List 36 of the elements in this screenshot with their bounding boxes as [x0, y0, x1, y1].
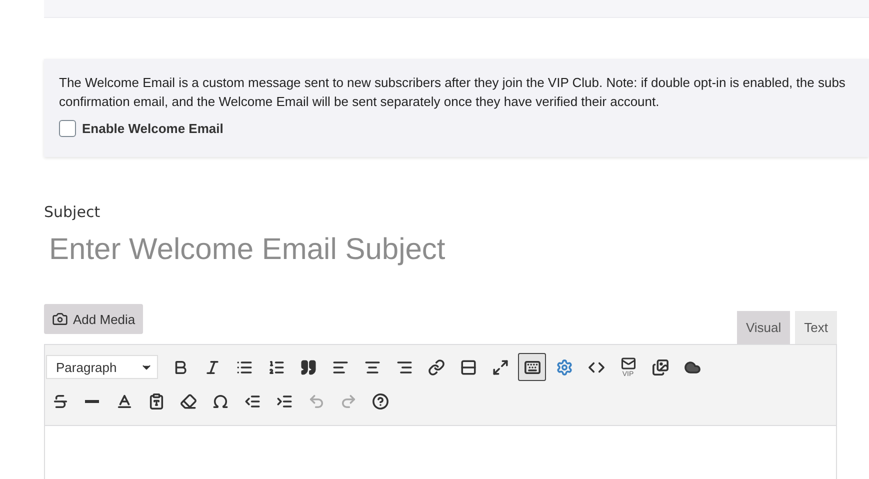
paste-text-icon: [148, 392, 164, 410]
indent-icon: [276, 392, 292, 410]
notice-text: confirmation email, and the Welcome Email will be sent separately once they have verified their account.: [59, 93, 660, 111]
gear-dropdown-icon: [556, 358, 572, 376]
align-left-icon: [332, 358, 348, 376]
checkbox[interactable]: [59, 120, 76, 137]
text-color-icon: [116, 392, 132, 410]
toolbar-toggle-button[interactable]: [518, 353, 546, 381]
clear-formatting-icon: [180, 392, 196, 410]
italic-icon: [204, 358, 220, 376]
checkbox-label: Enable Welcome Email: [82, 121, 224, 136]
numbered-list-icon: [268, 358, 284, 376]
redo-icon: [340, 392, 356, 410]
add-media-button[interactable]: Add Media: [44, 304, 144, 334]
align-right-icon: [396, 358, 412, 376]
keyboard-icon: [524, 358, 540, 376]
cloud-icon: [684, 358, 700, 376]
strikethrough-icon: [52, 392, 68, 410]
editor-tab[interactable]: Visual: [736, 311, 790, 344]
help-icon: [372, 392, 388, 410]
editor-tab[interactable]: Text: [795, 311, 837, 344]
camera-icon: [52, 311, 68, 327]
subject-label: Subject: [44, 203, 100, 221]
gallery-icon: [652, 358, 668, 376]
fullscreen-icon: [492, 358, 508, 376]
format-select[interactable]: Paragraph: [46, 355, 158, 379]
undo-icon: [308, 392, 324, 410]
envelope-icon: [620, 356, 636, 371]
outdent-icon: [244, 392, 260, 410]
subject-field[interactable]: Enter Welcome Email Subject: [44, 229, 754, 271]
link-icon: [428, 358, 444, 376]
special-character-icon: [212, 392, 228, 410]
bullet-list-icon: [236, 358, 252, 376]
align-center-icon: [364, 358, 380, 376]
notice-text: The Welcome Email is a custom message sent to new subscribers after they join the VIP Club. Note: if double opt-in is enabled, the subs: [59, 74, 846, 92]
quote-icon: [300, 358, 316, 376]
